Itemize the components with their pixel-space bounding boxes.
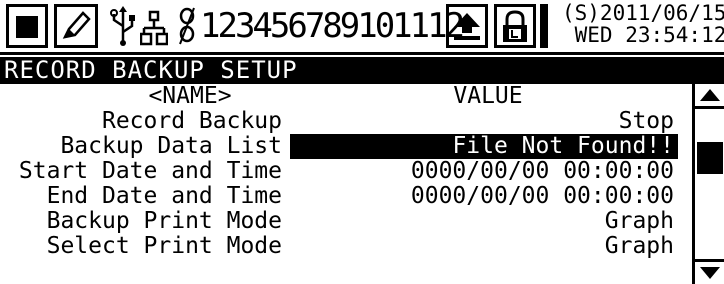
setting-row-start-date-time[interactable]: Start Date and Time 0000/00/00 00:00:00 [0,159,692,184]
setting-label: Backup Print Mode [46,208,282,234]
setting-value[interactable]: 0000/00/00 00:00:00 [288,184,678,209]
pen-icon[interactable] [54,4,98,48]
setting-row-select-print-mode[interactable]: Select Print Mode Graph [0,234,692,259]
setting-row-backup-data-list[interactable]: Backup Data List File Not Found!! [0,134,692,159]
stop-square-icon[interactable] [6,4,48,48]
setting-row-end-date-time[interactable]: End Date and Time 0000/00/00 00:00:00 [0,184,692,209]
system-datetime: (S)2011/06/15 WED 23:54:12 [562,2,724,50]
setting-value-selected[interactable]: File Not Found!! [290,134,678,159]
column-header-value: VALUE [453,84,523,109]
scrollbar[interactable] [692,84,724,284]
scrollbar-thumb[interactable] [697,142,723,174]
memory-level-bar [540,4,548,48]
lock-icon[interactable] [494,4,536,48]
setting-label: Start Date and Time [18,158,282,184]
column-header-name: <NAME> [148,84,232,109]
status-bar: 123456789101112 (S)2011/06/15 WED 23:54:… [0,0,724,55]
page-title: RECORD BACKUP SETUP [0,57,724,84]
usb-icon [110,4,136,48]
table-header: <NAME> VALUE [0,84,692,109]
settings-table: <NAME> VALUE Record Backup Stop Backup D… [0,84,692,284]
setting-value[interactable]: Graph [288,234,678,259]
channel-indicators: 123456789101112 [200,6,465,46]
setting-value[interactable]: Graph [288,209,678,234]
network-icon [139,4,169,48]
setting-label: Backup Data List [60,133,282,159]
setting-row-record-backup[interactable]: Record Backup Stop [0,109,692,134]
recorder-screen: 123456789101112 (S)2011/06/15 WED 23:54:… [0,0,724,284]
setting-label: End Date and Time [46,183,282,209]
link-icon [176,4,198,48]
setting-label: Record Backup [101,108,282,134]
upload-icon[interactable] [446,4,488,48]
datetime-date: (S)2011/06/15 [562,2,724,25]
scroll-up-arrow-icon[interactable] [695,84,724,109]
setting-value[interactable]: 0000/00/00 00:00:00 [288,159,678,184]
scroll-down-arrow-icon[interactable] [695,259,724,284]
setting-value[interactable]: Stop [288,109,678,134]
datetime-time: WED 23:54:12 [562,23,724,47]
setting-label: Select Print Mode [46,233,282,259]
setting-row-backup-print-mode[interactable]: Backup Print Mode Graph [0,209,692,234]
